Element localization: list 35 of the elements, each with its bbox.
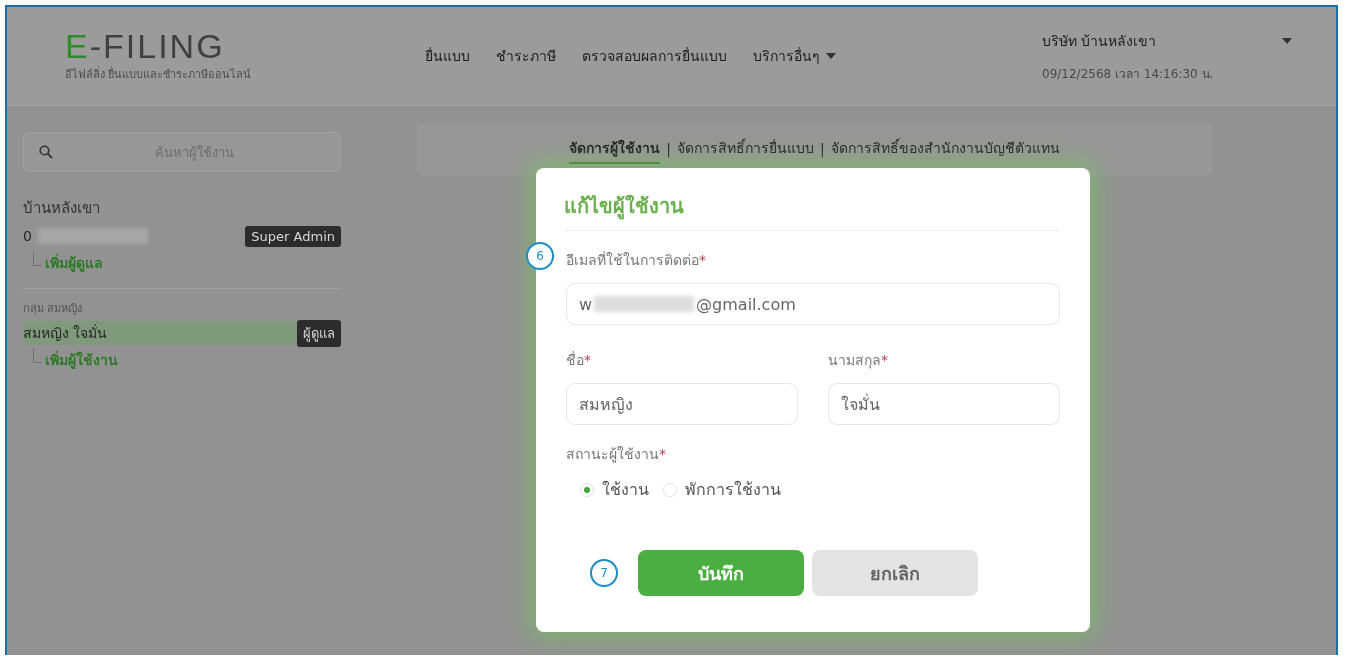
nav-link[interactable]: ยื่นแบบ — [425, 45, 470, 67]
group-caption: กลุ่ม สมหญิง — [23, 301, 84, 317]
status-radio[interactable]: ใช้งาน — [580, 477, 649, 502]
callout-number: 7 — [590, 559, 618, 587]
caret-icon — [826, 53, 836, 59]
email-field[interactable]: w @gmail.com — [566, 283, 1060, 325]
group-caption: บ้านหลังเขา — [23, 198, 101, 219]
cancel-button[interactable]: ยกเลิก — [812, 550, 978, 596]
role-tag: ผู้ดูแล — [297, 319, 341, 347]
user-name[interactable]: บริษัท บ้านหลังเขา — [1042, 29, 1157, 52]
caret-icon — [1282, 37, 1292, 44]
field-label: อีเมลที่ใช้ในการติดต่อ* — [566, 250, 707, 270]
date-time: 09/12/2568 เวลา 14:16:30 น. — [1042, 65, 1215, 83]
nav-link[interactable]: บริการอื่นๆ — [753, 45, 836, 67]
role-tag: Super Admin — [245, 225, 341, 247]
tab[interactable]: จัดการผู้ใช้งาน — [569, 136, 661, 164]
nav-link[interactable]: ตรวจสอบผลการยื่นแบบ — [582, 45, 727, 67]
tab-separator: | — [820, 140, 825, 160]
logo-subtitle: อีไฟล์ลิ่ง ยื่นแบบและชำระภาษีออนไลน์ — [65, 65, 253, 83]
logo-title: E-FILING — [65, 29, 226, 63]
dialog-title: แก้ไขผู้ใช้งาน — [564, 186, 1060, 231]
tab[interactable]: จัดการสิทธิ์ของสำนักงานบัญชีตัวแทน — [830, 136, 1060, 164]
nav-link[interactable]: ชำระภาษี — [496, 45, 556, 67]
search-icon — [39, 145, 53, 159]
name-field[interactable]: ใจมั่น — [828, 383, 1060, 425]
member-row[interactable]: สมหญิง ใจมั่น ผู้ดูแล — [23, 321, 341, 345]
name-field[interactable]: สมหญิง — [566, 383, 798, 425]
tab-separator: | — [666, 140, 671, 160]
field-label: สถานะผู้ใช้งาน* — [566, 445, 667, 465]
field-label: ชื่อ* — [566, 350, 592, 370]
member-row[interactable]: 0 Super Admin — [23, 224, 341, 248]
status-radio[interactable]: พักการใช้งาน — [663, 477, 781, 502]
field-label: นามสกุล* — [828, 351, 889, 371]
callout-number: 6 — [526, 242, 554, 270]
tab[interactable]: จัดการสิทธิ์การยื่นแบบ — [677, 136, 814, 164]
